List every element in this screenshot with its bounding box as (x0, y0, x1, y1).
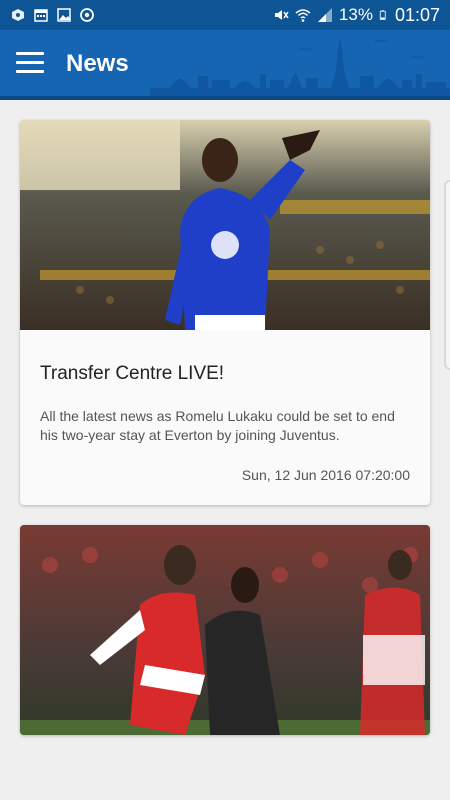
image-icon (57, 8, 71, 22)
signal-icon (317, 8, 332, 22)
clock: 01:07 (394, 4, 440, 25)
system-icons: 13% 01:07 (273, 5, 440, 26)
edge-panel-handle[interactable] (444, 180, 450, 370)
news-card[interactable] (20, 525, 430, 735)
article-description: All the latest news as Romelu Lukaku cou… (40, 408, 395, 443)
article-date: Sun, 12 Jun 2016 07:20:00 (241, 467, 410, 483)
page-title: News (66, 50, 129, 77)
battery-percentage: 13% (338, 5, 373, 24)
mute-icon (274, 10, 289, 20)
news-list[interactable]: Transfer Centre LIVE! All the latest new… (0, 100, 450, 800)
sync-icon (80, 8, 94, 22)
wallet-icon (12, 9, 24, 21)
article-image (20, 525, 430, 735)
app-bar: News (0, 30, 450, 100)
article-title[interactable]: Transfer Centre LIVE! (40, 363, 224, 385)
status-bar: 13% 01:07 (0, 0, 450, 30)
news-card[interactable]: Transfer Centre LIVE! All the latest new… (20, 120, 430, 505)
battery-icon (379, 10, 386, 20)
hamburger-menu-icon[interactable] (16, 52, 44, 76)
city-skyline-illustration (150, 38, 450, 100)
calendar-icon (34, 9, 48, 22)
article-image (20, 120, 430, 330)
notification-icons (10, 7, 95, 23)
wifi-icon (295, 9, 311, 22)
